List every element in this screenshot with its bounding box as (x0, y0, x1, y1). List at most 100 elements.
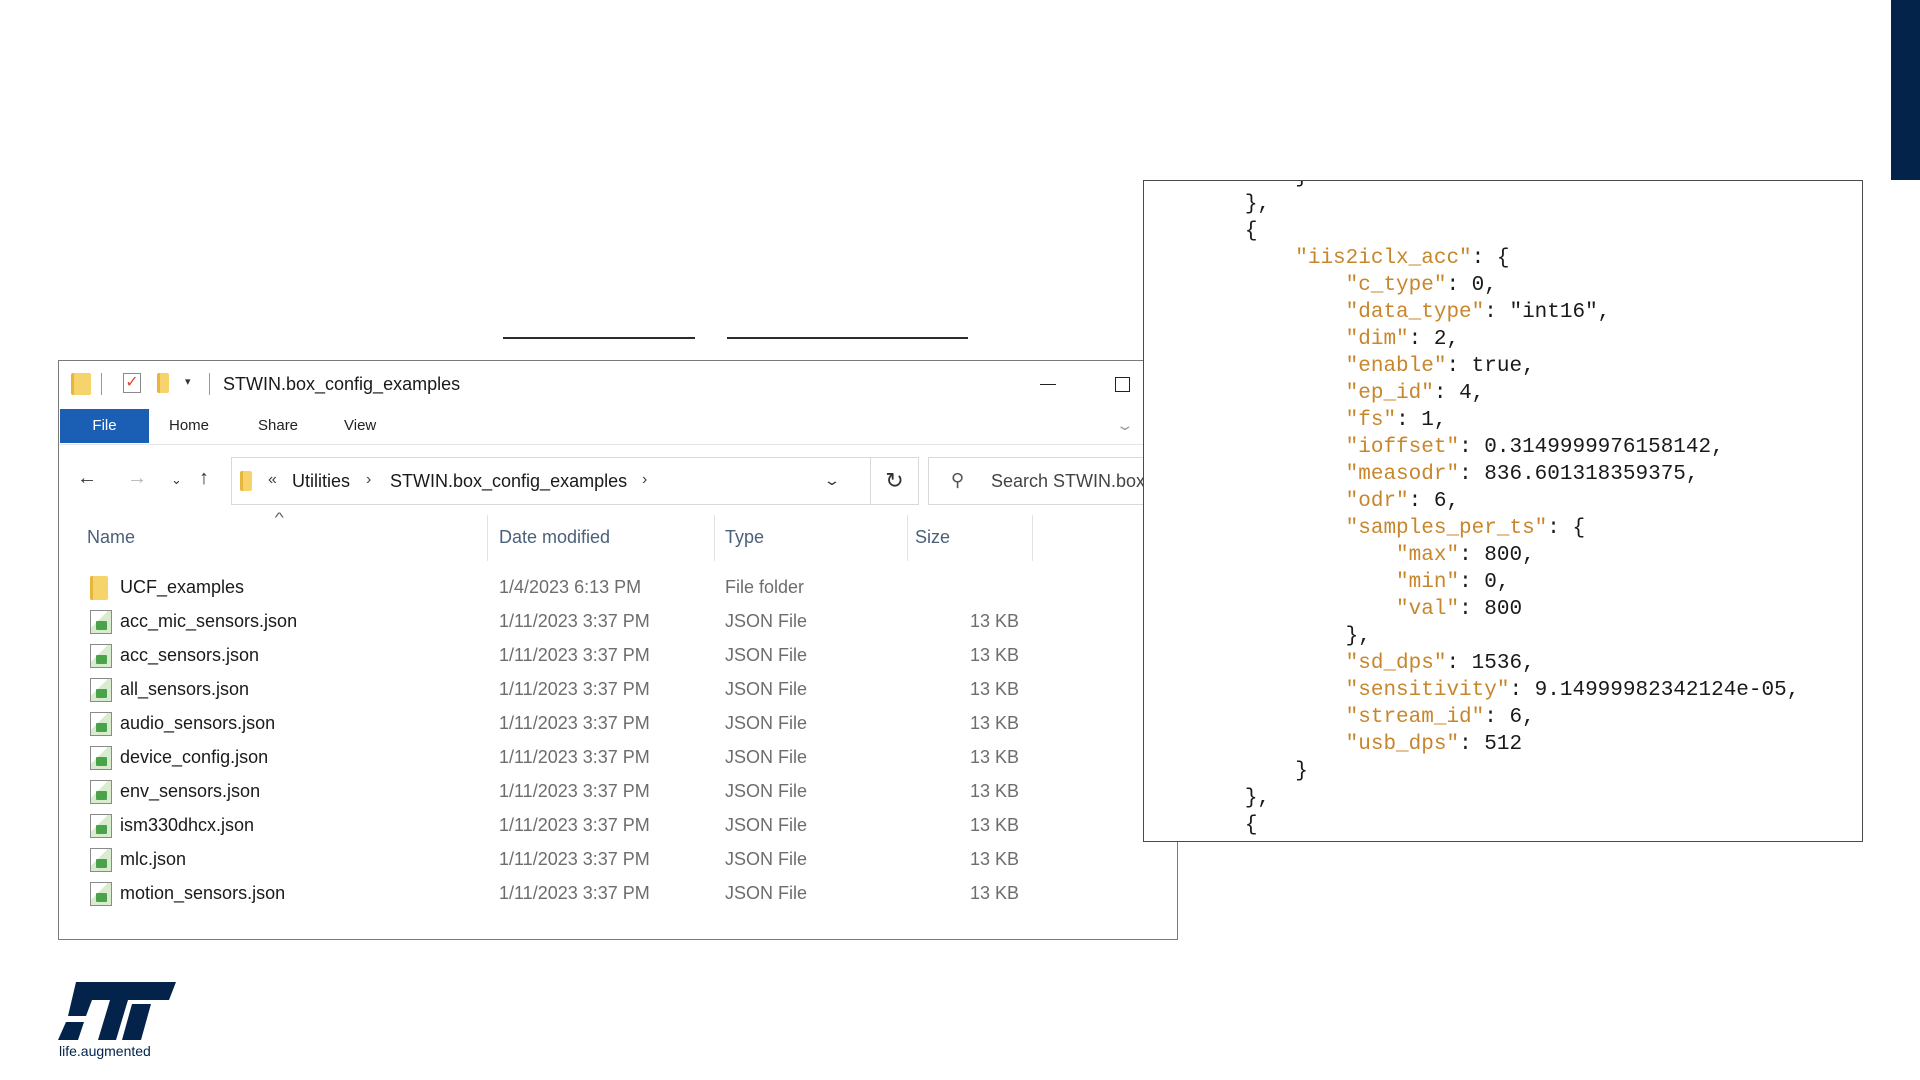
column-header-name[interactable]: Name (87, 527, 135, 548)
recent-locations-chevron-icon[interactable]: ⌄ (171, 472, 182, 488)
json-value: : 1536, (1446, 652, 1535, 675)
search-input[interactable]: ⚲ Search STWIN.box_config_examples (928, 457, 1177, 505)
json-value: : 512 (1459, 733, 1523, 756)
json-value: : 0, (1446, 274, 1497, 297)
code-line: { (1144, 812, 1799, 839)
quick-access-dropdown-icon[interactable]: ▾ (185, 375, 191, 388)
file-date-modified: 1/11/2023 3:37 PM (499, 747, 650, 767)
column-header-type[interactable]: Type (725, 527, 764, 548)
ribbon-tabs: File Home Share View ⌄ (59, 409, 1177, 445)
address-bar[interactable]: « Utilities › STWIN.box_config_examples … (231, 457, 871, 505)
chevron-right-icon[interactable]: › (366, 471, 371, 489)
title-underline (503, 337, 695, 339)
new-folder-icon[interactable] (157, 373, 169, 398)
tab-view[interactable]: View (344, 409, 376, 443)
chevron-right-icon[interactable]: › (642, 471, 647, 489)
column-divider[interactable] (1032, 515, 1033, 561)
toolbar-divider (101, 373, 102, 395)
file-date-modified: 1/11/2023 3:37 PM (499, 815, 650, 835)
file-size: 13 KB (969, 645, 1019, 665)
file-row[interactable]: env_sensors.json 1/11/2023 3:37 PM JSON Fi… (59, 775, 1177, 809)
code-line: "sd_dps": 1536, (1144, 650, 1799, 677)
column-header-size[interactable]: Size (915, 527, 950, 548)
file-name: device_config.json (120, 747, 269, 767)
json-file-icon (90, 814, 112, 838)
file-row[interactable]: acc_sensors.json 1/11/2023 3:37 PM JSON Fi… (59, 639, 1177, 673)
tab-home[interactable]: Home (169, 409, 209, 443)
up-arrow-icon[interactable]: ↑ (199, 467, 209, 490)
ribbon-expand-icon[interactable]: ⌄ (1115, 417, 1134, 434)
json-key: "stream_id" (1345, 706, 1485, 729)
code-line: }, (1144, 785, 1799, 812)
json-key: "dim" (1345, 328, 1409, 351)
json-file-icon (90, 848, 112, 872)
json-key: "min" (1396, 571, 1460, 594)
file-type: JSON File (725, 781, 808, 801)
column-divider[interactable] (714, 515, 715, 561)
file-name: motion_sensors.json (120, 883, 286, 903)
folder-icon[interactable] (71, 373, 91, 400)
tab-share[interactable]: Share (258, 409, 298, 443)
json-value: : 2, (1408, 328, 1460, 351)
column-divider[interactable] (907, 515, 908, 561)
json-key: "max" (1396, 544, 1460, 567)
file-type: JSON File (725, 815, 808, 835)
file-row[interactable]: mlc.json 1/11/2023 3:37 PM JSON File 13 KB (59, 843, 1177, 877)
json-value: : { (1547, 517, 1586, 540)
json-value: : 800, (1459, 544, 1535, 567)
json-value: : { (1471, 247, 1510, 270)
minimize-button[interactable] (1025, 369, 1071, 399)
breadcrumb-current-folder[interactable]: STWIN.box_config_examples (390, 471, 627, 492)
breadcrumb-overflow-icon[interactable]: « (268, 471, 277, 489)
file-size: 13 KB (969, 883, 1019, 903)
breadcrumb-utilities[interactable]: Utilities (292, 471, 350, 492)
file-row[interactable]: all_sensors.json 1/11/2023 3:37 PM JSON Fi… (59, 673, 1177, 707)
json-value: }, (1244, 787, 1271, 810)
json-value: : "int16", (1484, 301, 1611, 324)
json-key: "samples_per_ts" (1345, 517, 1548, 540)
json-value: : 1, (1396, 409, 1447, 432)
column-header-date-modified[interactable]: Date modified (499, 527, 610, 548)
file-row[interactable]: UCF_examples 1/4/2023 6:13 PM File folder (59, 571, 1177, 605)
file-date-modified: 1/11/2023 3:37 PM (499, 849, 650, 869)
json-value: { (1244, 220, 1258, 243)
json-file-icon (90, 644, 112, 668)
column-divider[interactable] (487, 515, 488, 561)
json-value: : 800 (1459, 598, 1523, 621)
file-date-modified: 1/11/2023 3:37 PM (499, 883, 650, 903)
back-arrow-icon[interactable]: ← (77, 467, 97, 490)
forward-arrow-icon[interactable]: → (127, 467, 147, 490)
file-row[interactable]: audio_sensors.json 1/11/2023 3:37 PM JSON … (59, 707, 1177, 741)
file-row[interactable]: ism330dhcx.json 1/11/2023 3:37 PM JSON Fil… (59, 809, 1177, 843)
sort-ascending-icon: ^ (274, 509, 284, 525)
code-line: "samples_per_ts": { (1144, 515, 1799, 542)
file-date-modified: 1/11/2023 3:37 PM (499, 645, 650, 665)
navigation-bar: ← → ⌄ ↑ « Utilities › STWIN.box_config_e… (59, 451, 1177, 509)
maximize-button[interactable] (1099, 369, 1145, 399)
file-row[interactable]: device_config.json 1/11/2023 3:37 PM JSON … (59, 741, 1177, 775)
refresh-button[interactable]: ↻ (871, 457, 919, 505)
code-line: "odr": 6, (1144, 488, 1799, 515)
code-line: "measodr": 836.601318359375, (1144, 461, 1799, 488)
file-size: 13 KB (969, 679, 1019, 699)
file-type: JSON File (725, 679, 808, 699)
address-dropdown-icon[interactable]: ⌄ (823, 472, 841, 489)
file-row[interactable]: acc_mic_sensors.json 1/11/2023 3:37 PM JSO… (59, 605, 1177, 639)
file-row[interactable]: motion_sensors.json 1/11/2023 3:37 PM JSON… (59, 877, 1177, 911)
code-line: "stream_id": 6, (1144, 704, 1799, 731)
properties-check-icon[interactable]: ✓ (123, 373, 141, 393)
tab-file[interactable]: File (60, 409, 149, 443)
json-key: "odr" (1345, 490, 1409, 513)
